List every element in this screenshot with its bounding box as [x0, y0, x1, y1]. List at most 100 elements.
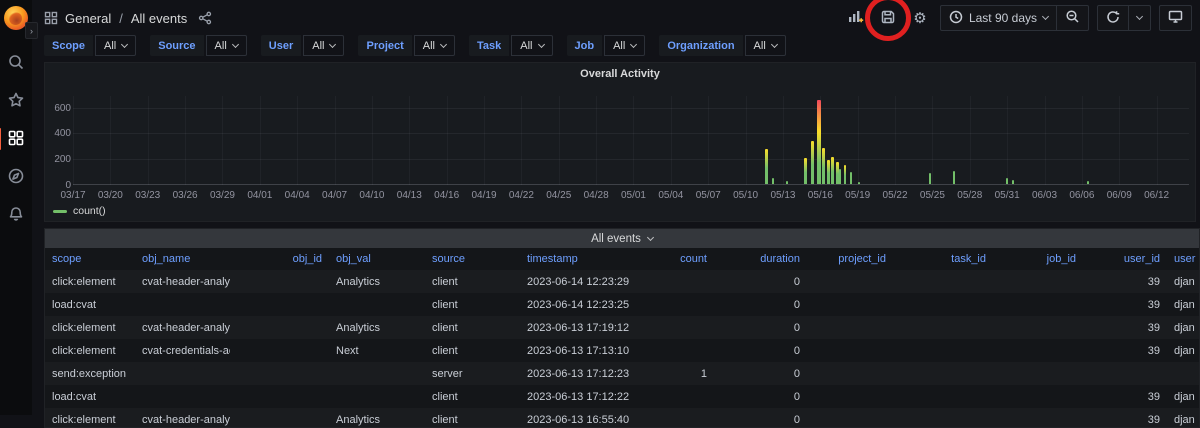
filter-label[interactable]: Job	[567, 35, 603, 56]
time-zoom-out-button[interactable]	[1057, 6, 1088, 30]
column-header-obj_id[interactable]: obj_id	[230, 253, 329, 265]
sidebar-item-dashboards[interactable]	[2, 125, 30, 153]
table-row[interactable]: click:elementcvat-header-analyti…Analyti…	[45, 408, 1199, 428]
table-row[interactable]: click:elementcvat-header-analyti…Analyti…	[45, 270, 1199, 293]
column-header-scope[interactable]: scope	[45, 253, 135, 265]
time-picker-button[interactable]: Last 90 days	[941, 6, 1056, 30]
cycle-view-button[interactable]	[1160, 6, 1191, 30]
x-axis-tick-label: 06/03	[1032, 190, 1057, 201]
table-cell: 39	[1083, 299, 1167, 311]
column-header-obj_name[interactable]: obj_name	[135, 253, 230, 265]
sidebar-item-search[interactable]	[2, 49, 30, 77]
breadcrumb[interactable]: General / All events	[44, 11, 212, 26]
refresh-interval-dropdown[interactable]	[1129, 6, 1150, 30]
table-cell: djan	[1167, 276, 1200, 288]
table-cell: 39	[1083, 322, 1167, 334]
column-header-source[interactable]: source	[425, 253, 520, 265]
table-header-row: scopeobj_nameobj_idobj_valsourcetimestam…	[45, 248, 1199, 270]
x-axis-tick-label: 05/19	[845, 190, 870, 201]
column-header-timestamp[interactable]: timestamp	[520, 253, 655, 265]
chart-bar[interactable]	[929, 173, 931, 184]
dashboard-settings-button[interactable]: ⚙	[908, 6, 932, 30]
chart-bar[interactable]	[1087, 181, 1089, 184]
breadcrumb-folder[interactable]: General	[65, 11, 111, 26]
column-header-count[interactable]: count	[655, 253, 714, 265]
filter-label[interactable]: Source	[150, 35, 203, 56]
chart-bar[interactable]	[804, 158, 807, 184]
table-cell: click:element	[45, 322, 135, 334]
refresh-button[interactable]	[1098, 6, 1128, 30]
sidebar-item-starred[interactable]	[2, 87, 30, 115]
sidebar-item-alerting[interactable]	[2, 201, 30, 229]
column-header-duration[interactable]: duration	[714, 253, 807, 265]
table-row[interactable]: load:cvatclient2023-06-14 12:23:25039dja…	[45, 293, 1199, 316]
filter-source: Source All	[150, 35, 247, 56]
table-cell: 0	[714, 299, 807, 311]
filter-job: JobAll	[567, 35, 646, 56]
filter-value-text: All	[215, 40, 227, 52]
chart-bar[interactable]	[765, 149, 768, 184]
gridline-vertical	[671, 96, 672, 185]
filter-value-dropdown[interactable]: All	[745, 35, 786, 56]
filter-label[interactable]: Organization	[659, 35, 742, 56]
chart-bar[interactable]	[850, 172, 852, 184]
chart-bar[interactable]	[953, 171, 955, 184]
table-panel-title[interactable]: All events	[45, 229, 1199, 248]
filter-value-dropdown[interactable]: All	[95, 35, 136, 56]
chevron-down-icon	[771, 40, 778, 47]
table-row[interactable]: click:elementcvat-credentials-act…Nextcl…	[45, 339, 1199, 362]
table-row[interactable]: click:elementcvat-header-analyti…Analyti…	[45, 316, 1199, 339]
filter-label[interactable]: User	[261, 35, 301, 56]
column-header-user[interactable]: user	[1167, 253, 1200, 265]
column-header-task_id[interactable]: task_id	[893, 253, 993, 265]
table-row[interactable]: load:cvatclient2023-06-13 17:12:22039dja…	[45, 385, 1199, 408]
chart-bar[interactable]	[786, 181, 788, 184]
filter-label[interactable]: Scope	[44, 35, 93, 56]
table-cell: 0	[714, 391, 807, 403]
chart-bar[interactable]	[1006, 178, 1008, 184]
column-header-obj_val[interactable]: obj_val	[329, 253, 425, 265]
table-cell: client	[425, 391, 520, 403]
chart-plot-area[interactable]	[73, 96, 1189, 185]
filter-value-dropdown[interactable]: All	[206, 35, 247, 56]
filter-value-dropdown[interactable]: All	[604, 35, 645, 56]
chart-bar[interactable]	[822, 148, 825, 184]
chart-bar[interactable]	[836, 162, 839, 184]
chart-bar[interactable]	[858, 182, 860, 184]
column-header-project_id[interactable]: project_id	[807, 253, 893, 265]
gear-icon: ⚙	[913, 11, 926, 26]
filter-value-dropdown[interactable]: All	[303, 35, 344, 56]
filter-value-text: All	[312, 40, 324, 52]
sidebar-item-explore[interactable]	[2, 163, 30, 191]
table-cell: Analytics	[329, 322, 425, 334]
chart-bar[interactable]	[839, 169, 841, 184]
gridline-vertical	[148, 96, 149, 185]
filter-value-dropdown[interactable]: All	[511, 35, 552, 56]
column-header-user_id[interactable]: user_id	[1083, 253, 1167, 265]
chart-legend[interactable]: count()	[53, 205, 106, 217]
chart-bar[interactable]	[772, 178, 774, 184]
chart-bar[interactable]	[831, 157, 834, 184]
x-axis-tick-label: 05/04	[658, 190, 683, 201]
chart-bar[interactable]	[817, 100, 821, 184]
chart-bar[interactable]	[827, 160, 830, 184]
table-cell: djan	[1167, 391, 1200, 403]
sidebar-expand-chevron[interactable]: ›	[25, 22, 38, 39]
save-dashboard-button[interactable]	[876, 6, 900, 30]
table-cell: 2023-06-14 12:23:25	[520, 299, 655, 311]
table-row[interactable]: send:exceptionserver2023-06-13 17:12:231…	[45, 362, 1199, 385]
gridline-vertical	[708, 96, 709, 185]
filter-label[interactable]: Task	[469, 35, 509, 56]
chart-bar[interactable]	[811, 141, 814, 184]
clock-icon	[949, 10, 963, 27]
table-cell: Analytics	[329, 276, 425, 288]
filter-value-dropdown[interactable]: All	[414, 35, 455, 56]
share-alt-icon[interactable]	[198, 11, 212, 25]
add-panel-button[interactable]	[844, 6, 868, 30]
chart-title[interactable]: Overall Activity	[45, 68, 1195, 80]
gridline-vertical	[1007, 96, 1008, 185]
table-cell: Next	[329, 345, 425, 357]
chart-bar[interactable]	[844, 165, 846, 184]
column-header-job_id[interactable]: job_id	[993, 253, 1083, 265]
filter-label[interactable]: Project	[358, 35, 411, 56]
